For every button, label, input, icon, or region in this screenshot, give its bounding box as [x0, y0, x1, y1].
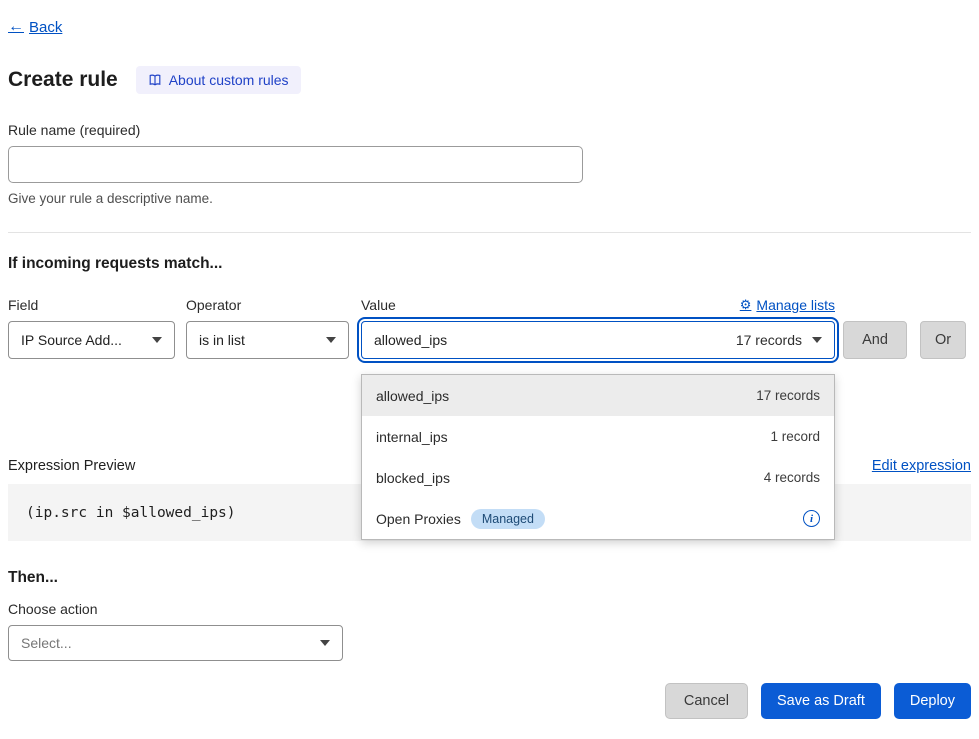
- action-select[interactable]: Select...: [8, 625, 343, 661]
- value-label-row: Value ⚙ Manage lists: [361, 297, 835, 313]
- list-name: allowed_ips: [376, 388, 449, 404]
- about-custom-rules-link[interactable]: About custom rules: [136, 66, 301, 94]
- list-name: internal_ips: [376, 429, 448, 445]
- deploy-button[interactable]: Deploy: [894, 683, 971, 719]
- or-button[interactable]: Or: [920, 321, 966, 359]
- rule-name-label: Rule name (required): [8, 122, 971, 138]
- gear-icon: ⚙: [740, 297, 752, 313]
- value-records-count: 17 records: [736, 332, 802, 348]
- operator-select-value: is in list: [199, 332, 245, 348]
- field-select[interactable]: IP Source Add...: [8, 321, 175, 359]
- rule-name-input[interactable]: [8, 146, 583, 183]
- field-select-value: IP Source Add...: [21, 332, 122, 348]
- title-row: Create rule About custom rules: [8, 66, 971, 94]
- section-heading-match: If incoming requests match...: [8, 255, 971, 273]
- expression-code: (ip.src in $allowed_ips): [26, 505, 236, 521]
- manage-lists-label: Manage lists: [756, 297, 835, 313]
- list-records-count: 4 records: [764, 470, 820, 485]
- and-button[interactable]: And: [843, 321, 907, 359]
- edit-expression-link[interactable]: Edit expression: [872, 458, 971, 474]
- about-custom-rules-label: About custom rules: [169, 72, 289, 88]
- back-link[interactable]: ← Back: [8, 18, 62, 36]
- section-divider: [8, 232, 971, 233]
- list-records-count: 1 record: [770, 429, 820, 444]
- rule-name-help: Give your rule a descriptive name.: [8, 191, 971, 206]
- section-heading-then: Then...: [8, 569, 971, 587]
- managed-badge: Managed: [471, 509, 545, 529]
- operator-label: Operator: [186, 297, 361, 313]
- operator-select[interactable]: is in list: [186, 321, 349, 359]
- list-name-group: Open Proxies Managed: [376, 509, 545, 529]
- match-builder: Field Operator Value ⚙ Manage lists IP S…: [8, 297, 971, 359]
- value-select[interactable]: allowed_ips 17 records: [361, 321, 835, 359]
- dropdown-item-blocked-ips[interactable]: blocked_ips 4 records: [362, 457, 834, 498]
- dropdown-item-internal-ips[interactable]: internal_ips 1 record: [362, 416, 834, 457]
- expression-preview-label: Expression Preview: [8, 458, 135, 474]
- chevron-down-icon: [326, 337, 336, 343]
- back-arrow-icon: ←: [8, 18, 24, 36]
- book-icon: [148, 73, 162, 87]
- match-labels-row: Field Operator Value ⚙ Manage lists: [8, 297, 971, 313]
- footer-actions: Cancel Save as Draft Deploy: [8, 683, 971, 719]
- field-label: Field: [8, 297, 186, 313]
- action-select-placeholder: Select...: [21, 635, 72, 651]
- dropdown-item-allowed-ips[interactable]: allowed_ips 17 records: [362, 375, 834, 416]
- value-select-value: allowed_ips: [374, 332, 447, 348]
- page-title: Create rule: [8, 68, 118, 92]
- list-name: blocked_ips: [376, 470, 450, 486]
- chevron-down-icon: [152, 337, 162, 343]
- dropdown-item-open-proxies[interactable]: Open Proxies Managed i: [362, 498, 834, 539]
- list-records-count: 17 records: [756, 388, 820, 403]
- cancel-button[interactable]: Cancel: [665, 683, 748, 719]
- choose-action-label: Choose action: [8, 601, 971, 617]
- create-rule-page: ← Back Create rule About custom rules Rul…: [0, 0, 979, 719]
- value-dropdown-menu: allowed_ips 17 records internal_ips 1 re…: [361, 374, 835, 540]
- back-link-label: Back: [29, 19, 62, 36]
- match-selects-row: IP Source Add... is in list allowed_ips …: [8, 321, 971, 359]
- value-select-right: 17 records: [724, 332, 822, 348]
- info-icon[interactable]: i: [803, 510, 820, 527]
- save-as-draft-button[interactable]: Save as Draft: [761, 683, 881, 719]
- value-label: Value: [361, 297, 396, 313]
- list-name: Open Proxies: [376, 511, 461, 527]
- chevron-down-icon: [320, 640, 330, 646]
- chevron-down-icon: [812, 337, 822, 343]
- manage-lists-link[interactable]: ⚙ Manage lists: [740, 297, 835, 313]
